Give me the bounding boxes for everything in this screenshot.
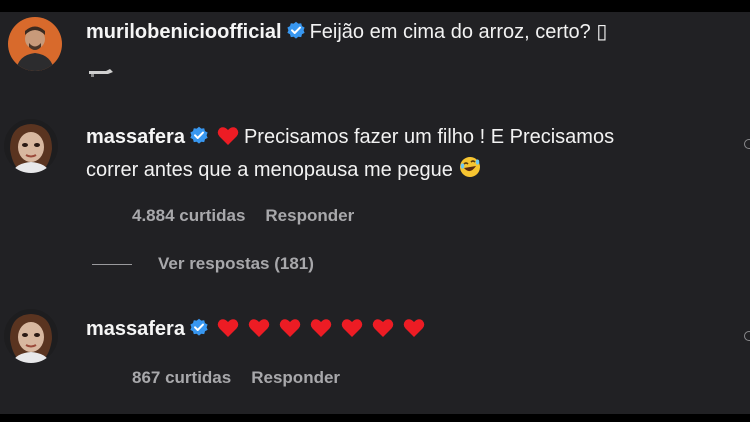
heart-icon: [372, 318, 394, 338]
verified-badge-icon: [189, 318, 209, 338]
avatar-massafera-2[interactable]: [4, 309, 58, 363]
avatar-massafera[interactable]: [4, 119, 58, 173]
comment-2-meta: 4.884 curtidas Responder: [132, 206, 354, 226]
comment-1-text: Feijão em cima do arroz, certo? ▯: [309, 21, 608, 43]
replies-divider: [92, 264, 132, 265]
laughing-emoji-icon: [458, 155, 482, 179]
view-replies-label[interactable]: Ver respostas (181): [158, 254, 314, 273]
comment-3-line: massafera: [86, 316, 434, 342]
heart-icon: [403, 318, 425, 338]
comment-2-likes[interactable]: 4.884 curtidas: [132, 206, 245, 225]
comment-2-text-line-2: correr antes que a menopausa me pegue: [86, 159, 453, 181]
comment-1-sticker: [88, 65, 114, 77]
comment-3-likes[interactable]: 867 curtidas: [132, 368, 231, 387]
view-replies-button[interactable]: Ver respostas (181): [158, 254, 314, 274]
comment-3-meta: 867 curtidas Responder: [132, 368, 340, 388]
comment-1-line: murilobenicioofficial Feijão em cima do a…: [86, 19, 607, 45]
comment-2-line-2: correr antes que a menopausa me pegue: [86, 155, 482, 183]
comment-3-username[interactable]: massafera: [86, 318, 185, 340]
comment-2-like-icon[interactable]: [744, 139, 750, 149]
heart-icon: [279, 318, 301, 338]
verified-badge-icon: [189, 126, 209, 146]
heart-icon: [310, 318, 332, 338]
heart-icon: [217, 126, 239, 146]
comment-2-text-line-1: Precisamos fazer um filho ! E Precisamos: [243, 126, 615, 148]
comment-2-reply-button[interactable]: Responder: [265, 206, 354, 225]
comment-3-reply-button[interactable]: Responder: [251, 368, 340, 387]
heart-icon: [217, 318, 239, 338]
comment-2-line-1: massafera Precisamos fazer um filho ! E P…: [86, 124, 614, 150]
heart-icon: [248, 318, 270, 338]
heart-icon: [341, 318, 363, 338]
avatar-murilobenicioofficial[interactable]: [8, 17, 62, 71]
comments-panel: murilobenicioofficial Feijão em cima do a…: [0, 12, 750, 414]
comment-3-hearts: [213, 318, 434, 340]
comment-2-username[interactable]: massafera: [86, 126, 185, 148]
verified-badge-icon: [286, 21, 306, 41]
comment-3-like-icon[interactable]: [744, 331, 750, 341]
comment-1-username[interactable]: murilobenicioofficial: [86, 21, 282, 43]
